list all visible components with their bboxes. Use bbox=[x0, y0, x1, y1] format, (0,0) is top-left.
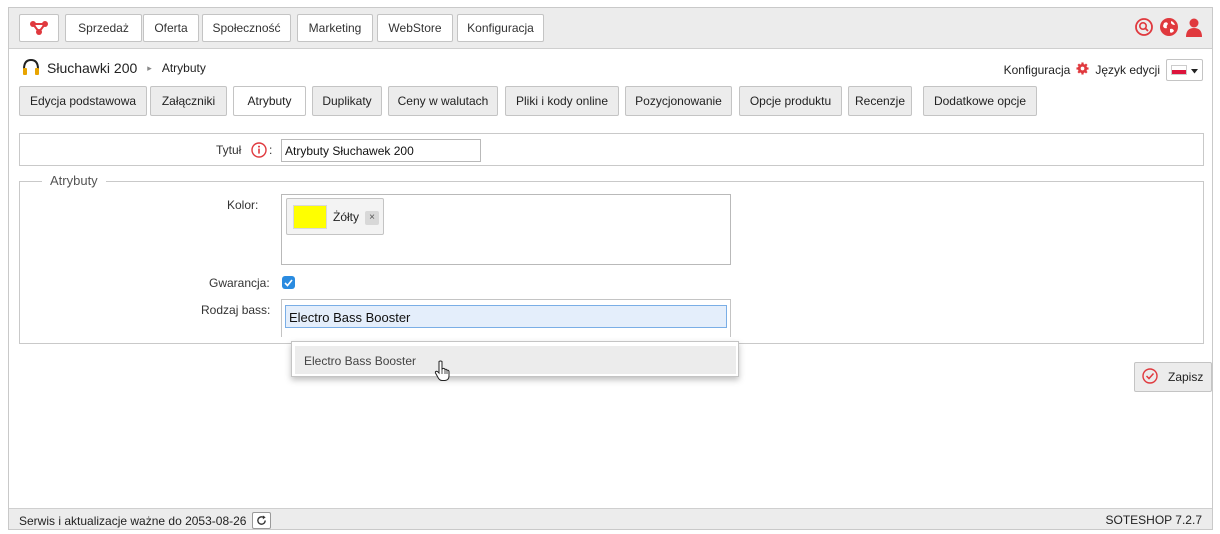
refresh-icon[interactable] bbox=[252, 512, 272, 529]
breadcrumb: Słuchawki 200 ▸ Atrybuty bbox=[21, 58, 206, 78]
checkmark-icon bbox=[284, 278, 293, 287]
autocomplete-dropdown: Electro Bass Booster bbox=[291, 341, 739, 377]
color-swatch bbox=[293, 205, 327, 229]
warranty-checkbox[interactable] bbox=[282, 276, 295, 289]
menu-sprzedaz[interactable]: Sprzedaż bbox=[65, 14, 142, 42]
warranty-label: Gwarancja: bbox=[209, 276, 270, 290]
tab-edycja-podstawowa[interactable]: Edycja podstawowa bbox=[19, 86, 147, 116]
menu-oferta[interactable]: Oferta bbox=[143, 14, 199, 42]
color-chip-label: Żółty bbox=[333, 210, 360, 224]
color-multiselect[interactable]: Żółty × bbox=[281, 194, 731, 265]
poland-flag-icon bbox=[1171, 65, 1187, 75]
search-icon[interactable] bbox=[1134, 17, 1154, 37]
color-label: Kolor: bbox=[227, 198, 259, 212]
top-navigation-bar: Sprzedaż Oferta Społeczność Marketing We… bbox=[9, 8, 1212, 49]
status-footer: Serwis i aktualizacje ważne do 2053-08-2… bbox=[9, 508, 1212, 529]
language-select[interactable] bbox=[1166, 59, 1203, 81]
tab-dodatkowe-opcje[interactable]: Dodatkowe opcje bbox=[923, 86, 1037, 116]
breadcrumb-separator-icon: ▸ bbox=[147, 62, 152, 73]
check-circle-icon bbox=[1142, 367, 1158, 387]
title-input[interactable]: Atrybuty Słuchawek 200 bbox=[281, 139, 481, 162]
bass-autocomplete: Electro Bass Booster bbox=[281, 299, 731, 337]
tab-pozycjonowanie[interactable]: Pozycjonowanie bbox=[625, 86, 732, 116]
menu-webstore[interactable]: WebStore bbox=[377, 14, 453, 42]
gear-icon[interactable] bbox=[1076, 62, 1089, 78]
bass-label: Rodzaj bass: bbox=[201, 303, 271, 317]
title-label: Tytuł bbox=[216, 143, 242, 157]
globe-icon[interactable] bbox=[1159, 17, 1179, 37]
version-label: SOTESHOP 7.2.7 bbox=[1105, 513, 1203, 527]
language-label: Język edycji bbox=[1095, 63, 1160, 77]
tab-pliki-i-kody-online[interactable]: Pliki i kody online bbox=[505, 86, 619, 116]
tab-duplikaty[interactable]: Duplikaty bbox=[312, 86, 382, 116]
save-button[interactable]: Zapisz bbox=[1134, 362, 1212, 392]
attributes-fieldset: Atrybuty Kolor: Żółty × Gwarancja: Rodza… bbox=[19, 173, 1204, 344]
hand-pointer-icon bbox=[434, 360, 452, 382]
save-label: Zapisz bbox=[1168, 370, 1204, 384]
title-row: Tytuł : Atrybuty Słuchawek 200 bbox=[19, 133, 1204, 166]
user-icon[interactable] bbox=[1184, 17, 1204, 37]
autocomplete-option[interactable]: Electro Bass Booster bbox=[295, 346, 736, 374]
edit-tools: Konfiguracja Język edycji bbox=[1004, 59, 1203, 81]
app-frame: Sprzedaż Oferta Społeczność Marketing We… bbox=[8, 7, 1213, 530]
tab-zalaczniki[interactable]: Załączniki bbox=[150, 86, 227, 116]
service-text: Serwis i aktualizacje ważne do 2053-08-2… bbox=[19, 513, 247, 528]
title-label-colon: : bbox=[269, 143, 273, 157]
menu-spolecznosc[interactable]: Społeczność bbox=[202, 14, 291, 42]
breadcrumb-current: Atrybuty bbox=[161, 61, 206, 75]
fieldset-legend: Atrybuty bbox=[42, 173, 106, 188]
soteshop-logo-icon[interactable] bbox=[19, 14, 59, 42]
headphones-icon bbox=[21, 57, 41, 80]
bass-input[interactable]: Electro Bass Booster bbox=[285, 305, 727, 328]
remove-chip-icon[interactable]: × bbox=[365, 211, 379, 225]
color-chip: Żółty × bbox=[286, 198, 384, 235]
caret-down-icon bbox=[1191, 63, 1198, 77]
config-link[interactable]: Konfiguracja bbox=[1004, 63, 1071, 77]
tab-ceny-w-walutach[interactable]: Ceny w walutach bbox=[388, 86, 498, 116]
tab-opcje-produktu[interactable]: Opcje produktu bbox=[739, 86, 842, 116]
tab-recenzje[interactable]: Recenzje bbox=[848, 86, 912, 116]
menu-konfiguracja[interactable]: Konfiguracja bbox=[457, 14, 544, 42]
product-name[interactable]: Słuchawki 200 bbox=[47, 60, 137, 76]
info-icon[interactable] bbox=[251, 142, 267, 161]
tab-atrybuty[interactable]: Atrybuty bbox=[233, 86, 306, 116]
menu-marketing[interactable]: Marketing bbox=[297, 14, 373, 42]
